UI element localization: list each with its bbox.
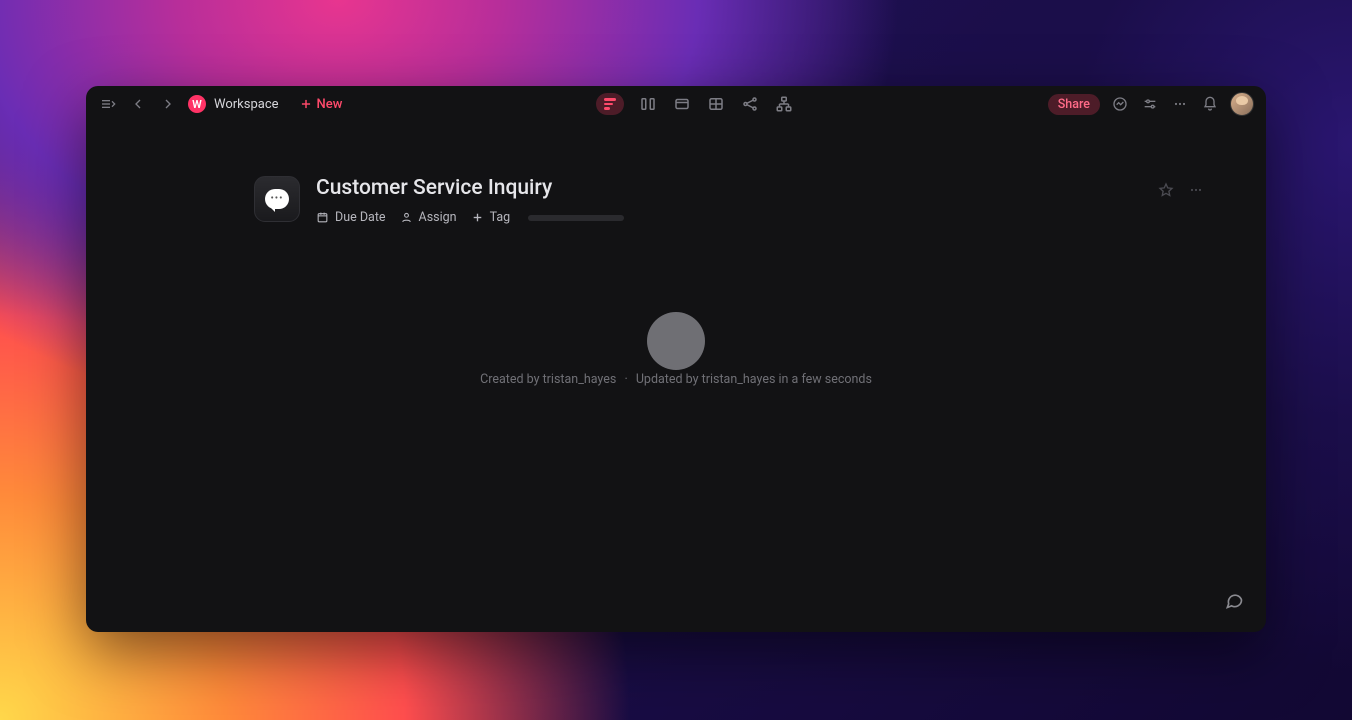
- view-list-active[interactable]: [596, 93, 624, 115]
- due-date-button[interactable]: Due Date: [316, 210, 386, 225]
- new-button[interactable]: New: [299, 97, 343, 112]
- share-button[interactable]: Share: [1048, 94, 1100, 115]
- topbar: W Workspace New: [86, 86, 1266, 122]
- more-button[interactable]: [1170, 94, 1190, 114]
- updated-by-prefix: Updated by: [636, 372, 702, 387]
- chat-bubble-icon: [265, 189, 289, 209]
- tag-label: Tag: [490, 210, 511, 225]
- new-button-label: New: [317, 97, 343, 112]
- document-content: Customer Service Inquiry Due Date Assign…: [86, 122, 1266, 632]
- created-by-prefix: Created by: [480, 372, 543, 387]
- property-placeholder: [528, 215, 624, 221]
- doc-more-button[interactable]: [1186, 180, 1206, 200]
- back-button[interactable]: [128, 94, 148, 114]
- workspace-chip[interactable]: W: [188, 95, 206, 113]
- doc-properties-row: Due Date Assign Tag: [316, 210, 624, 225]
- doc-audit-line: Created by tristan_hayes · Updated by tr…: [480, 372, 872, 387]
- doc-header-actions: [1156, 180, 1206, 200]
- app-window: W Workspace New: [86, 86, 1266, 632]
- share-nodes-button[interactable]: [740, 94, 760, 114]
- list-view-icon: [604, 98, 616, 110]
- column-view-button[interactable]: [638, 94, 658, 114]
- comments-button[interactable]: [1224, 590, 1244, 610]
- topbar-left: W Workspace New: [98, 94, 342, 114]
- created-by-user: tristan_hayes: [543, 372, 617, 387]
- topbar-right: Share: [1048, 92, 1254, 116]
- view-switcher: [350, 93, 1039, 115]
- forward-button[interactable]: [158, 94, 178, 114]
- updated-suffix: in a few seconds: [775, 372, 872, 387]
- loading-spinner: [647, 312, 705, 370]
- favorite-star-button[interactable]: [1156, 180, 1176, 200]
- assign-button[interactable]: Assign: [400, 210, 457, 225]
- analytics-button[interactable]: [1110, 94, 1130, 114]
- updated-by-user: tristan_hayes: [702, 372, 776, 387]
- separator: ·: [621, 372, 630, 387]
- tag-button[interactable]: Tag: [471, 210, 511, 225]
- sliders-button[interactable]: [1140, 94, 1160, 114]
- org-chart-button[interactable]: [774, 94, 794, 114]
- doc-type-icon-container[interactable]: [254, 176, 300, 222]
- stack-view-button[interactable]: [672, 94, 692, 114]
- workspace-label[interactable]: Workspace: [214, 97, 279, 112]
- user-avatar[interactable]: [1230, 92, 1254, 116]
- notifications-button[interactable]: [1200, 94, 1220, 114]
- sidebar-toggle-icon[interactable]: [98, 94, 118, 114]
- doc-title[interactable]: Customer Service Inquiry: [316, 176, 624, 200]
- due-date-label: Due Date: [335, 210, 386, 225]
- table-view-button[interactable]: [706, 94, 726, 114]
- doc-header: Customer Service Inquiry Due Date Assign…: [254, 176, 1206, 225]
- doc-title-block: Customer Service Inquiry Due Date Assign…: [316, 176, 624, 225]
- assign-label: Assign: [419, 210, 457, 225]
